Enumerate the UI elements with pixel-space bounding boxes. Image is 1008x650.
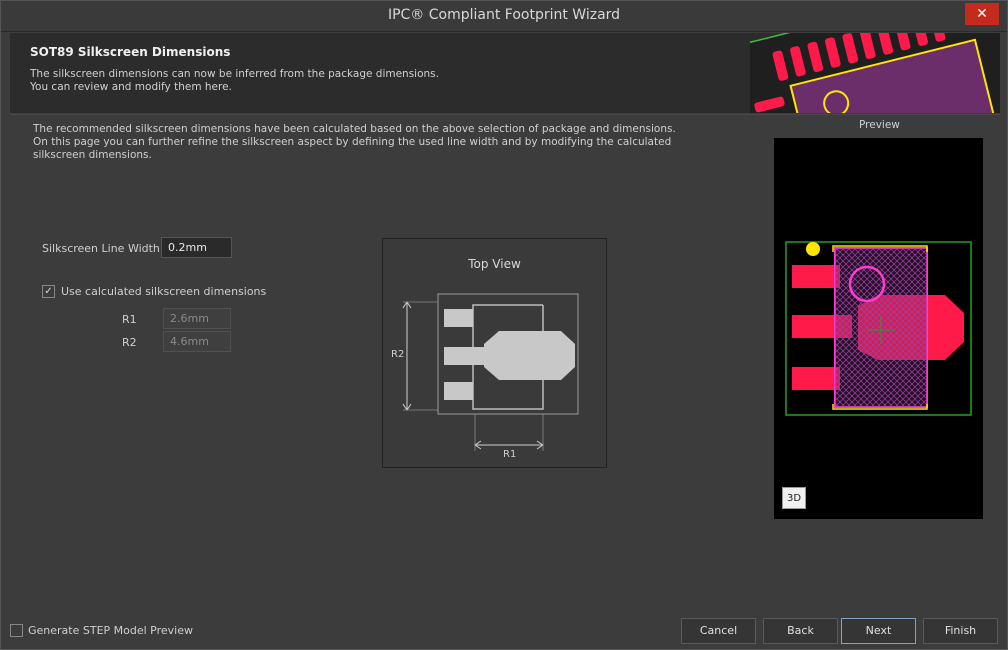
- finish-button[interactable]: Finish: [923, 618, 998, 644]
- next-button[interactable]: Next: [841, 618, 916, 644]
- page-subtitle-2: You can review and modify them here.: [30, 81, 232, 93]
- r2-input[interactable]: 4.6mm: [163, 331, 231, 352]
- line-width-input[interactable]: 0.2mm: [161, 237, 232, 258]
- window-title: IPC® Compliant Footprint Wizard: [387, 7, 621, 23]
- r2-dimension-label: R2: [391, 349, 405, 360]
- footprint-preview[interactable]: 3D: [774, 138, 983, 519]
- preview-label: Preview: [859, 119, 900, 131]
- page-title: SOT89 Silkscreen Dimensions: [30, 45, 231, 59]
- page-subtitle-1: The silkscreen dimensions can now be inf…: [30, 68, 439, 80]
- view-3d-button[interactable]: 3D: [782, 487, 806, 509]
- back-button[interactable]: Back: [763, 618, 838, 644]
- step-preview-checkbox[interactable]: [10, 624, 23, 637]
- step-preview-label[interactable]: Generate STEP Model Preview: [28, 624, 193, 637]
- line-width-label: Silkscreen Line Width: [42, 242, 160, 255]
- preview-footprint-drawing: [785, 241, 972, 416]
- wizard-window: IPC® Compliant Footprint Wizard ✕ SOT89 …: [0, 0, 1008, 650]
- r1-dimension-label: R1: [503, 449, 517, 460]
- r1-label: R1: [122, 313, 137, 326]
- top-view-drawing: [402, 293, 579, 451]
- page-body: The recommended silkscreen dimensions ha…: [10, 114, 1000, 609]
- header-pcb-art: [750, 33, 1000, 113]
- close-button[interactable]: ✕: [965, 3, 999, 25]
- use-calculated-label[interactable]: Use calculated silkscreen dimensions: [61, 285, 266, 298]
- top-view-diagram: Top View R2 R1: [382, 238, 607, 468]
- page-header: SOT89 Silkscreen Dimensions The silkscre…: [10, 33, 1000, 113]
- wizard-footer: Generate STEP Model Preview Cancel Back …: [1, 611, 1007, 649]
- use-calculated-checkbox[interactable]: ✓: [42, 285, 55, 298]
- r2-label: R2: [122, 336, 137, 349]
- title-bar: IPC® Compliant Footprint Wizard ✕: [1, 1, 1007, 32]
- page-description: The recommended silkscreen dimensions ha…: [33, 123, 676, 161]
- cancel-button[interactable]: Cancel: [681, 618, 756, 644]
- r1-input[interactable]: 2.6mm: [163, 308, 231, 329]
